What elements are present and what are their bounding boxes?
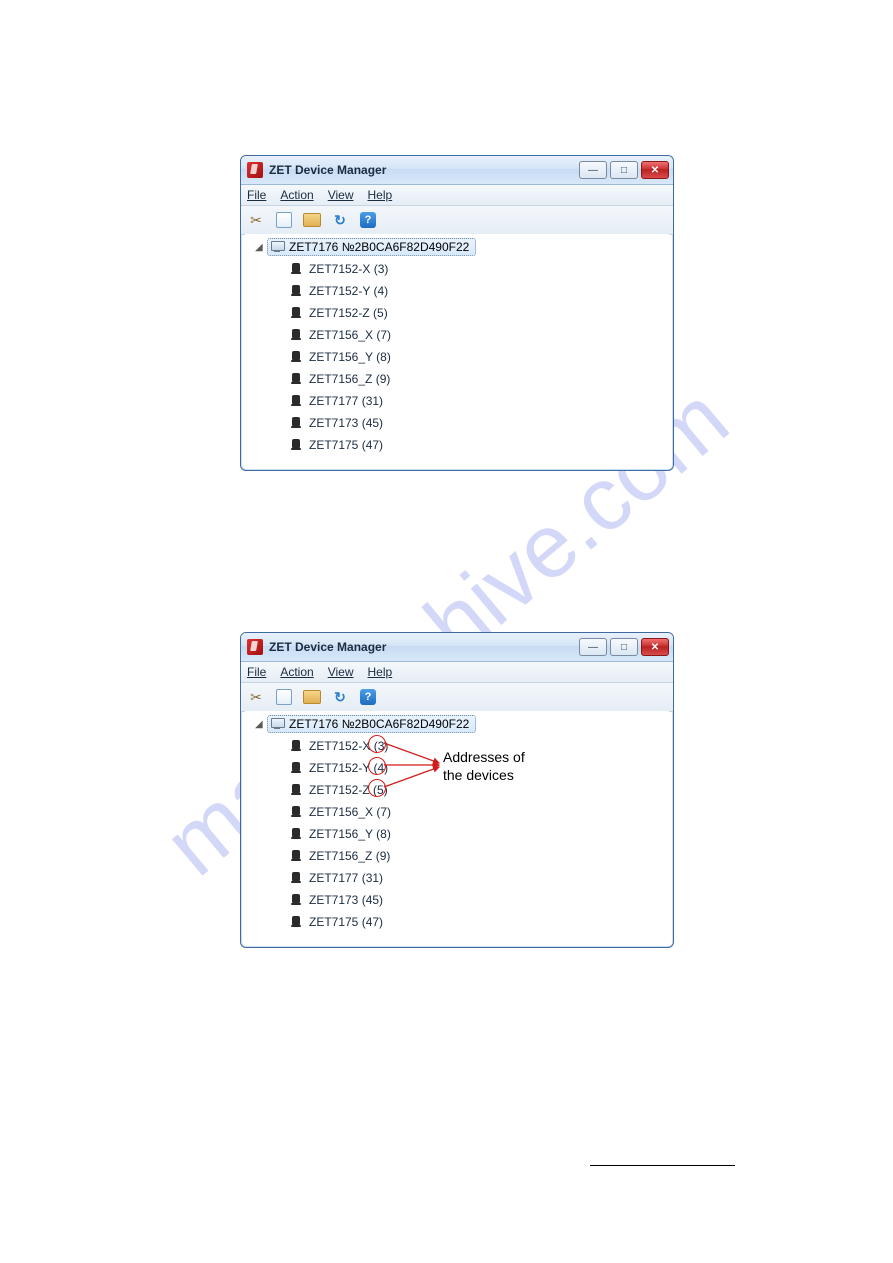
tree-item-label: ZET7156_X (7): [309, 805, 391, 819]
tree-item[interactable]: ZET7177 (31): [289, 390, 669, 412]
tree-item[interactable]: ZET7152-X (3): [289, 258, 669, 280]
device-icon: [289, 828, 303, 840]
menubar: File Action View Help: [241, 185, 673, 206]
tree-item[interactable]: ZET7152-Y (4): [289, 280, 669, 302]
device-icon: [289, 806, 303, 818]
app-icon: [247, 639, 263, 655]
tree-item-label: ZET7156_Z (9): [309, 372, 390, 386]
tree-item[interactable]: ZET7152-Z (5): [289, 302, 669, 324]
menu-help[interactable]: Help: [368, 665, 393, 679]
tree-item[interactable]: ZET7177 (31): [289, 867, 669, 889]
tree-item-label: ZET7177 (31): [309, 394, 383, 408]
window-title: ZET Device Manager: [269, 640, 579, 654]
help-icon[interactable]: ?: [359, 211, 377, 229]
tree-item[interactable]: ZET7173 (45): [289, 412, 669, 434]
close-button[interactable]: ✕: [641, 161, 669, 179]
titlebar[interactable]: ZET Device Manager — □ ✕: [241, 156, 673, 185]
tree-root-row[interactable]: ◢ ZET7176 №2B0CA6F82D490F22: [255, 238, 669, 256]
tree-item-label: ZET7152-Y (4): [309, 284, 388, 298]
tree-item[interactable]: ZET7156_Y (8): [289, 346, 669, 368]
help-icon[interactable]: ?: [359, 688, 377, 706]
device-icon: [289, 439, 303, 451]
device-icon: [289, 872, 303, 884]
tree-item-label: ZET7156_Y (8): [309, 827, 391, 841]
tree-item[interactable]: ZET7175 (47): [289, 911, 669, 933]
tree-item-label: ZET7156_X (7): [309, 328, 391, 342]
refresh-icon[interactable]: ↻: [331, 688, 349, 706]
refresh-icon[interactable]: ↻: [331, 211, 349, 229]
device-icon: [289, 417, 303, 429]
menu-file[interactable]: File: [247, 665, 266, 679]
tree-item[interactable]: ZET7173 (45): [289, 889, 669, 911]
maximize-button[interactable]: □: [610, 161, 638, 179]
tree-item-label: ZET7152-Z (5): [309, 306, 388, 320]
tree-item[interactable]: ZET7156_Z (9): [289, 368, 669, 390]
tree-item[interactable]: ZET7175 (47): [289, 434, 669, 456]
tree-item[interactable]: ZET7156_Z (9): [289, 845, 669, 867]
minimize-button[interactable]: —: [579, 161, 607, 179]
tree-item-label: ZET7156_Y (8): [309, 350, 391, 364]
menubar: File Action View Help: [241, 662, 673, 683]
device-icon: [289, 351, 303, 363]
expander-icon[interactable]: ◢: [255, 719, 265, 730]
device-icon: [289, 916, 303, 928]
note-icon[interactable]: [275, 211, 293, 229]
device-icon: [289, 373, 303, 385]
footer-rule: [590, 1165, 735, 1166]
device-icon: [289, 784, 303, 796]
device-icon: [289, 850, 303, 862]
tools-icon[interactable]: ✂: [247, 211, 265, 229]
tree-item-label: ZET7152-X (3): [309, 739, 388, 753]
device-icon: [289, 395, 303, 407]
tree-item-label: ZET7152-Y (4): [309, 761, 388, 775]
app-icon: [247, 162, 263, 178]
tools-icon[interactable]: ✂: [247, 688, 265, 706]
device-icon: [289, 263, 303, 275]
tree-item[interactable]: ZET7156_Y (8): [289, 823, 669, 845]
menu-view[interactable]: View: [328, 665, 354, 679]
window-zet-device-manager-1: ZET Device Manager — □ ✕ File Action Vie…: [240, 155, 674, 471]
menu-view[interactable]: View: [328, 188, 354, 202]
tree-item[interactable]: ZET7156_X (7): [289, 801, 669, 823]
expander-icon[interactable]: ◢: [255, 242, 265, 253]
device-tree: ◢ ZET7176 №2B0CA6F82D490F22 ZET7152-X (3…: [245, 711, 669, 943]
controller-icon: [270, 718, 284, 730]
menu-action[interactable]: Action: [280, 665, 313, 679]
tree-item-label: ZET7173 (45): [309, 893, 383, 907]
tree-root-label: ZET7176 №2B0CA6F82D490F22: [289, 717, 469, 731]
device-icon: [289, 740, 303, 752]
annotation-label: Addresses of the devices: [443, 749, 525, 784]
tree-item[interactable]: ZET7156_X (7): [289, 324, 669, 346]
tree-item-label: ZET7152-Z (5): [309, 783, 388, 797]
menu-help[interactable]: Help: [368, 188, 393, 202]
tree-item-label: ZET7173 (45): [309, 416, 383, 430]
minimize-button[interactable]: —: [579, 638, 607, 656]
device-icon: [289, 285, 303, 297]
tree-item-label: ZET7175 (47): [309, 438, 383, 452]
device-icon: [289, 894, 303, 906]
tree-root-label: ZET7176 №2B0CA6F82D490F22: [289, 240, 469, 254]
menu-action[interactable]: Action: [280, 188, 313, 202]
device-icon: [289, 307, 303, 319]
folder-icon[interactable]: [303, 688, 321, 706]
toolbar: ✂ ↻ ?: [241, 206, 673, 235]
device-tree: ◢ ZET7176 №2B0CA6F82D490F22 ZET7152-X (3…: [245, 234, 669, 466]
toolbar: ✂ ↻ ?: [241, 683, 673, 712]
menu-file[interactable]: File: [247, 188, 266, 202]
window-zet-device-manager-2: ZET Device Manager — □ ✕ File Action Vie…: [240, 632, 674, 948]
close-button[interactable]: ✕: [641, 638, 669, 656]
tree-item-label: ZET7152-X (3): [309, 262, 388, 276]
window-title: ZET Device Manager: [269, 163, 579, 177]
note-icon[interactable]: [275, 688, 293, 706]
device-icon: [289, 762, 303, 774]
titlebar[interactable]: ZET Device Manager — □ ✕: [241, 633, 673, 662]
controller-icon: [270, 241, 284, 253]
tree-item-label: ZET7175 (47): [309, 915, 383, 929]
folder-icon[interactable]: [303, 211, 321, 229]
tree-root-row[interactable]: ◢ ZET7176 №2B0CA6F82D490F22: [255, 715, 669, 733]
tree-item-label: ZET7156_Z (9): [309, 849, 390, 863]
tree-item-label: ZET7177 (31): [309, 871, 383, 885]
maximize-button[interactable]: □: [610, 638, 638, 656]
device-icon: [289, 329, 303, 341]
